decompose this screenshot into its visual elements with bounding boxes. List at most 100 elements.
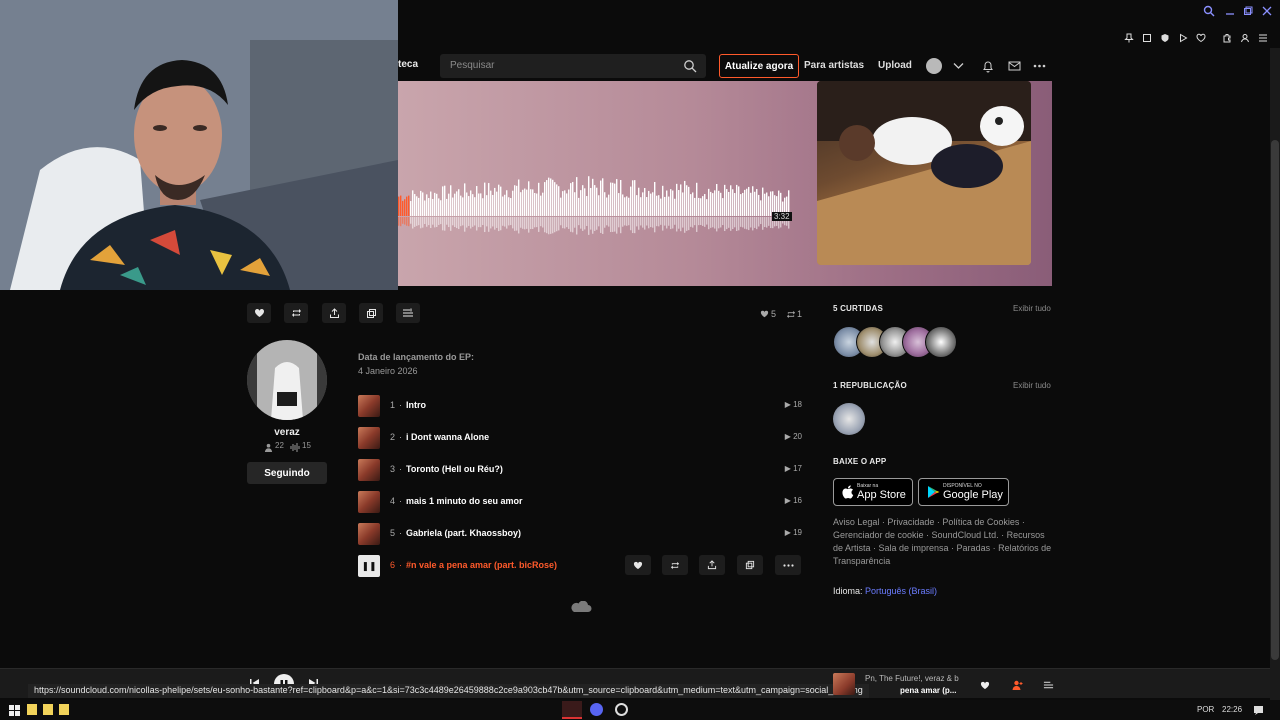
- user-avatar[interactable]: [926, 58, 942, 74]
- waveform-reflection-bar: [602, 217, 604, 234]
- page-scrollbar-thumb[interactable]: [1271, 140, 1279, 660]
- app-taskbar-icon[interactable]: [615, 703, 628, 716]
- follow-user-icon[interactable]: [1011, 679, 1023, 691]
- track-title[interactable]: Intro: [406, 400, 426, 410]
- restore-icon[interactable]: [1241, 4, 1255, 18]
- now-playing-thumbnail[interactable]: [833, 673, 855, 695]
- nav-library-link[interactable]: teca: [398, 59, 418, 70]
- close-icon[interactable]: [1260, 4, 1274, 18]
- play-count: 16: [793, 496, 802, 505]
- upload-link[interactable]: Upload: [878, 60, 912, 71]
- soundcloud-header: teca Pesquisar Atualize agora Para artis…: [398, 52, 1052, 80]
- bell-icon[interactable]: [982, 59, 994, 73]
- pause-icon[interactable]: ❚❚: [358, 555, 380, 577]
- google-play-badge[interactable]: DISPONÍVEL NO Google Play: [918, 478, 1009, 506]
- waveform-bar: [700, 198, 702, 216]
- more-icon[interactable]: [1032, 59, 1046, 73]
- play-icon[interactable]: [1176, 31, 1190, 45]
- track-title[interactable]: #n vale a pena amar (part. bicRose): [406, 560, 557, 570]
- track-title[interactable]: Gabriela (part. Khaossboy): [406, 528, 521, 538]
- track-thumbnail[interactable]: [358, 491, 380, 513]
- reposts-view-all-link[interactable]: Exibir tudo: [1013, 381, 1051, 390]
- waveform-bar: [434, 192, 436, 216]
- search-input[interactable]: Pesquisar: [440, 54, 706, 78]
- track-thumbnail[interactable]: [358, 395, 380, 417]
- waveform-reflection-bar: [432, 217, 434, 225]
- track-more-button[interactable]: [775, 555, 801, 575]
- menu-icon[interactable]: [1256, 31, 1270, 45]
- track-repost-button[interactable]: [662, 555, 688, 575]
- waveform-reflection-bar: [726, 217, 728, 230]
- waveform-bar: [416, 196, 418, 216]
- waveform-reflection-bar: [440, 217, 442, 225]
- track-row[interactable]: 1 · Intro ▶ 18: [358, 395, 802, 417]
- track-separator: ·: [399, 560, 402, 570]
- legal-links[interactable]: Aviso Legal · Privacidade · Política de …: [833, 516, 1053, 568]
- track-row[interactable]: 5 · Gabriela (part. Khaossboy) ▶ 19: [358, 523, 802, 545]
- language-value[interactable]: Português (Brasil): [865, 586, 937, 596]
- repost-button[interactable]: [284, 303, 308, 323]
- waveform-bar: [736, 184, 738, 216]
- waveform-reflection-bar: [408, 217, 410, 227]
- track-copy-button[interactable]: [737, 555, 763, 575]
- chevron-down-icon[interactable]: [952, 59, 964, 73]
- profile-icon[interactable]: [1238, 31, 1252, 45]
- folder-icon[interactable]: [27, 704, 37, 715]
- windows-start-icon[interactable]: [8, 704, 20, 716]
- extensions-icon[interactable]: [1220, 31, 1234, 45]
- share-button[interactable]: [322, 303, 346, 323]
- language-selector[interactable]: Idioma: Português (Brasil): [833, 586, 937, 596]
- mail-icon[interactable]: [1007, 59, 1021, 73]
- reposter-avatar[interactable]: [833, 403, 865, 435]
- waveform-reflection-bar: [614, 217, 616, 232]
- for-artists-link[interactable]: Para artistas: [804, 60, 864, 71]
- follow-button[interactable]: Seguindo: [247, 462, 327, 484]
- waveform-reflection-bar: [500, 217, 502, 231]
- artist-name[interactable]: veraz: [247, 427, 327, 438]
- queue-icon[interactable]: [1042, 679, 1054, 691]
- waveform[interactable]: [398, 176, 798, 246]
- track-thumbnail[interactable]: [358, 459, 380, 481]
- track-share-button[interactable]: [699, 555, 725, 575]
- notification-icon[interactable]: [1252, 704, 1264, 715]
- waveform-bar: [404, 199, 406, 216]
- copy-link-button[interactable]: [359, 303, 383, 323]
- folder-icon[interactable]: [59, 704, 69, 715]
- track-thumbnail[interactable]: [358, 523, 380, 545]
- heart-icon[interactable]: [979, 679, 991, 691]
- waveform-reflection-bar: [640, 217, 642, 226]
- google-play-large: Google Play: [943, 489, 1003, 501]
- track-row[interactable]: 4 · mais 1 minuto do seu amor ▶ 16: [358, 491, 802, 513]
- track-thumbnail[interactable]: [358, 427, 380, 449]
- waveform-reflection-bar: [442, 217, 444, 231]
- waveform-reflection-bar: [592, 217, 594, 234]
- track-row[interactable]: 2 · i Dont wanna Alone ▶ 20: [358, 427, 802, 449]
- screenshot-icon[interactable]: [1140, 31, 1154, 45]
- track-title[interactable]: i Dont wanna Alone: [406, 432, 489, 442]
- liker-avatar[interactable]: [925, 326, 957, 358]
- add-to-queue-button[interactable]: [396, 303, 420, 323]
- opera-gx-taskbar-icon[interactable]: [562, 701, 582, 719]
- folder-icon[interactable]: [43, 704, 53, 715]
- likes-view-all-link[interactable]: Exibir tudo: [1013, 304, 1051, 313]
- artist-avatar[interactable]: [247, 340, 327, 420]
- upgrade-button[interactable]: Atualize agora: [719, 54, 799, 78]
- pin-icon[interactable]: [1122, 31, 1136, 45]
- heart-icon[interactable]: [1194, 31, 1208, 45]
- track-like-button[interactable]: [625, 555, 651, 575]
- now-playing-artists[interactable]: Pn, The Future!, veraz & b: [865, 674, 959, 683]
- track-title[interactable]: Toronto (Hell ou Réu?): [406, 464, 503, 474]
- search-icon[interactable]: [682, 58, 698, 74]
- track-row[interactable]: 3 · Toronto (Hell ou Réu?) ▶ 17: [358, 459, 802, 481]
- shield-icon[interactable]: [1158, 31, 1172, 45]
- track-row-active[interactable]: ❚❚ 6 · #n vale a pena amar (part. bicRos…: [358, 555, 802, 577]
- clock[interactable]: 22:26: [1222, 705, 1242, 714]
- search-icon[interactable]: [1202, 4, 1216, 18]
- keyboard-language[interactable]: POR: [1197, 705, 1214, 714]
- track-title[interactable]: mais 1 minuto do seu amor: [406, 496, 523, 506]
- app-store-badge[interactable]: Baixar na App Store: [833, 478, 913, 506]
- discord-taskbar-icon[interactable]: [590, 703, 603, 716]
- now-playing-title[interactable]: pena amar (p...: [900, 686, 956, 695]
- minimize-icon[interactable]: [1223, 4, 1237, 18]
- like-button[interactable]: [247, 303, 271, 323]
